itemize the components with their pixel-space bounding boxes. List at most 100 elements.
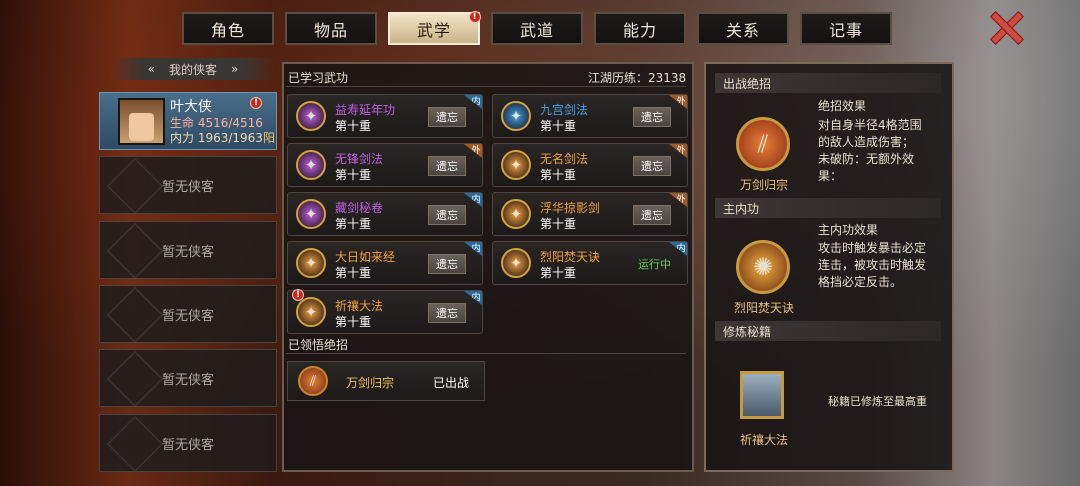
forget-button[interactable]: 遗忘 [633,205,671,225]
forget-button[interactable]: 遗忘 [633,156,671,176]
skill-card[interactable]: ✦ 无名剑法 第十重 遗忘外 [492,143,688,187]
skill-level: 第十重 [335,266,372,280]
chevron-right-icon: » [231,62,239,76]
forget-button[interactable]: 遗忘 [633,107,671,127]
skill-card[interactable]: ✦ 无锋剑法第十重 遗忘外 [287,143,483,187]
tab-character[interactable]: 角色 [182,12,274,45]
skill-type-badge: 外 [464,144,482,158]
skill-name: 九宫剑法 [540,103,589,117]
ultimate-status: 已出战 [433,376,470,390]
slash-icon: ✦ [501,150,531,180]
tab-label: 物品 [313,20,348,40]
divider [286,353,686,354]
learned-title: 已学习武功 [288,71,349,85]
sidebar-title: 我的侠客 [168,62,217,77]
hero-slot-empty[interactable]: 暂无侠客 [99,285,277,344]
skill-level: 第十重 [335,315,372,329]
flame-icon: ✺ [736,240,790,294]
hero-slot-empty[interactable]: 暂无侠客 [99,414,277,473]
forget-button[interactable]: 遗忘 [428,107,466,127]
skill-type-badge: 外 [669,193,687,207]
empty-label: 暂无侠客 [161,308,214,324]
skill-type-label: 外 [676,96,686,107]
hero-slot-empty[interactable]: 暂无侠客 [99,156,277,215]
skill-name: 烈阳焚天诀 [540,250,601,264]
skill-type-badge: 外 [669,144,687,158]
skill-type-badge: 内 [464,193,482,207]
hero-card-selected[interactable]: 叶大侠 生命 4516/4516 内力 1963/1963 阳 ! [99,92,277,150]
forget-button[interactable]: 遗忘 [428,254,466,274]
yin-yang-label: 阳 [263,131,276,145]
forget-button[interactable]: 遗忘 [428,156,466,176]
sidebar-header: « 我的侠客 » [110,58,276,80]
book-icon[interactable] [740,371,784,419]
skill-type-badge: 内 [464,291,482,305]
skill-card[interactable]: ✦ 藏剑秘卷第十重 遗忘内 [287,192,483,236]
skill-card[interactable]: ✦ 九宫剑法 第十重 遗忘外 [492,94,688,138]
running-status: 运行中 [638,258,671,271]
skill-name: 浮华掠影剑 [540,201,601,215]
skill-card[interactable]: ✦ 益寿延年功 第十重 遗忘内 [287,94,483,138]
skill-type-badge: 内 [464,242,482,256]
ghost-icon [106,415,164,473]
effect-line: 对自身半径4格范围 [818,118,922,132]
close-icon[interactable] [988,10,1022,42]
experience-value: 江湖历练：23138 [588,71,687,85]
hero-mp: 内力 1963/1963 [170,131,263,145]
tab-label: 记事 [828,20,863,40]
skill-card[interactable]: ✦ 大日如来经 第十重 遗忘内 [287,241,483,285]
effect-line: 连击，被攻击时触发 [818,258,927,272]
skill-level: 第十重 [540,119,577,133]
tab-martial-arts[interactable]: 武学! [388,11,481,45]
scroll-icon: ✦ [296,199,326,229]
skill-name: 大日如来经 [335,250,396,264]
tab-martial-way[interactable]: 武道 [491,12,583,45]
main-effect-title: 主内功效果 [818,223,879,237]
effect-line: 的敌人造成伤害； [818,135,915,149]
tab-label: 角色 [210,20,245,40]
notification-badge: ! [250,97,262,109]
skill-type-label: 内 [471,243,481,254]
skill-level: 第十重 [335,168,372,182]
skill-type-badge: 外 [669,95,687,109]
tab-label: 武道 [519,20,554,40]
sword-rain-icon: ⫽ [298,366,328,396]
effect-line: 攻击时触发暴击必定 [818,241,927,255]
swirl-icon: ✦ [296,101,326,131]
skill-level: 第十重 [335,217,372,231]
blade-icon: ✦ [296,150,326,180]
skill-level: 第十重 [540,168,577,182]
tab-journal[interactable]: 记事 [800,12,892,45]
battle-skill-title: 出战绝招 [715,73,941,93]
skill-type-label: 内 [471,292,481,303]
main-effect-text: 攻击时触发暴击必定 连击，被攻击时触发 格挡必定反击。 [818,240,940,291]
skill-card[interactable]: ✦ 祈禳大法 第十重 遗忘内! [287,289,483,334]
empty-label: 暂无侠客 [161,372,214,388]
hero-slot-empty[interactable]: 暂无侠客 [99,221,277,280]
skill-name: 藏剑秘卷 [335,201,384,215]
skill-level: 第十重 [540,217,577,231]
hero-slot-empty[interactable]: 暂无侠客 [99,349,277,408]
tab-abilities[interactable]: 能力 [594,12,686,45]
effect-line: 未破防：无额外效 [818,152,915,166]
skill-name: 祈禳大法 [335,299,384,313]
tab-items[interactable]: 物品 [285,12,377,45]
forget-button[interactable]: 遗忘 [428,303,466,323]
ultimate-card[interactable]: ⫽ 万剑归宗 已出战 [287,361,485,401]
prayer-icon: ✦ [296,297,326,327]
ultimate-caption: 万剑归宗 [739,178,788,192]
ghost-icon [106,157,164,215]
skill-card[interactable]: ✦ 烈阳焚天诀 第十重 运行中内 [492,241,688,285]
skill-card[interactable]: ✦ 浮华掠影剑第十重 遗忘外 [492,192,688,236]
training-caption: 祈禳大法 [739,433,788,447]
forget-button[interactable]: 遗忘 [428,205,466,225]
skill-type-label: 内 [471,194,481,205]
skill-name: 无锋剑法 [335,152,384,166]
skill-type-label: 外 [471,145,481,156]
ultimate-name: 万剑归宗 [346,376,395,390]
effect-line: 格挡必定反击。 [818,275,903,289]
tab-relations[interactable]: 关系 [697,12,789,45]
chevron-left-icon: « [147,62,155,76]
shadow-sword-icon: ✦ [501,199,531,229]
comprehended-title: 已领悟绝招 [288,338,349,352]
